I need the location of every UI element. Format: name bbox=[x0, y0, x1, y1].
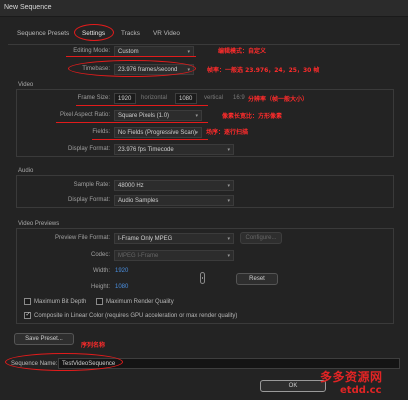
timebase-annotation: 帧率：一般选 23.976，24，25，30 帧 bbox=[207, 67, 320, 74]
preview-height-value[interactable]: 1080 bbox=[115, 284, 128, 290]
frame-width-input[interactable]: 1920 bbox=[114, 93, 136, 104]
timebase-highlight bbox=[68, 60, 196, 77]
pixel-aspect-underline bbox=[56, 122, 208, 123]
composite-linear-checkbox[interactable] bbox=[24, 311, 31, 319]
sample-rate-value: 48000 Hz bbox=[118, 182, 144, 189]
chevron-down-icon: ▾ bbox=[187, 49, 190, 55]
pixel-aspect-value: Square Pixels (1.0) bbox=[118, 112, 170, 119]
video-previews-section-label: Video Previews bbox=[18, 221, 60, 227]
video-display-format-label: Display Format: bbox=[67, 146, 110, 152]
max-render-quality-checkbox[interactable] bbox=[96, 298, 103, 305]
editing-mode-value: Custom bbox=[118, 48, 139, 55]
preview-file-format-select[interactable]: I-Frame Only MPEG ▾ bbox=[114, 233, 234, 244]
chevron-down-icon: ▾ bbox=[227, 253, 230, 259]
chevron-down-icon: ▾ bbox=[195, 113, 198, 119]
chevron-down-icon: ▾ bbox=[227, 236, 230, 242]
vertical-label: vertical bbox=[204, 95, 224, 101]
codec-select[interactable]: MPEG I-Frame ▾ bbox=[114, 250, 234, 261]
video-display-format-value: 23.976 fps Timecode bbox=[118, 146, 174, 153]
max-render-quality-label: Maximum Render Quality bbox=[106, 298, 174, 305]
audio-display-format-value: Audio Samples bbox=[118, 197, 159, 204]
sequence-name-annotation: 序列名称 bbox=[81, 342, 106, 349]
audio-display-format-label: Display Format: bbox=[67, 197, 110, 203]
editing-mode-underline bbox=[66, 56, 196, 57]
preview-height-label: Height: bbox=[90, 284, 110, 290]
window-title: New Sequence bbox=[4, 4, 52, 11]
video-section-label: Video bbox=[18, 82, 34, 88]
editing-mode-label: Editing Mode: bbox=[73, 48, 110, 54]
watermark-url: etdd.cc bbox=[340, 385, 382, 396]
editing-mode-annotation: 编辑模式：自定义 bbox=[218, 48, 267, 55]
chevron-down-icon: ▾ bbox=[227, 147, 230, 153]
audio-display-format-select[interactable]: Audio Samples ▾ bbox=[114, 195, 234, 206]
chevron-down-icon: ▾ bbox=[195, 130, 198, 136]
tabs-divider bbox=[8, 44, 400, 45]
reset-button[interactable]: Reset bbox=[236, 273, 278, 285]
settings-tab-highlight bbox=[74, 24, 114, 41]
max-bit-depth-option[interactable]: Maximum Bit Depth bbox=[24, 298, 86, 305]
tab-tracks[interactable]: Tracks bbox=[121, 30, 140, 37]
watermark-title: 多多资源网 bbox=[320, 370, 383, 384]
frame-size-label: Frame Size: bbox=[77, 95, 110, 101]
link-icon[interactable] bbox=[200, 272, 205, 284]
pixel-aspect-label: Pixel Aspect Ratio: bbox=[59, 112, 110, 118]
pixel-aspect-select[interactable]: Square Pixels (1.0) ▾ bbox=[114, 110, 202, 121]
sample-rate-select[interactable]: 48000 Hz ▾ bbox=[114, 180, 234, 191]
max-bit-depth-checkbox[interactable] bbox=[24, 298, 31, 305]
frame-size-underline bbox=[76, 105, 208, 106]
preview-file-format-label: Preview File Format: bbox=[54, 235, 110, 241]
tab-sequence-presets[interactable]: Sequence Presets bbox=[17, 30, 69, 37]
preview-file-format-value: I-Frame Only MPEG bbox=[118, 235, 173, 242]
fields-label: Fields: bbox=[92, 129, 110, 135]
composite-linear-option[interactable]: Composite in Linear Color (requires GPU … bbox=[24, 311, 238, 319]
composite-linear-label: Composite in Linear Color (requires GPU … bbox=[34, 312, 238, 319]
aspect-ratio-readout: 16:9 bbox=[233, 95, 245, 101]
configure-button[interactable]: Configure... bbox=[240, 232, 282, 244]
preview-width-label: Width: bbox=[92, 268, 110, 274]
save-preset-button[interactable]: Save Preset... bbox=[14, 333, 74, 345]
pixel-aspect-annotation: 像素长宽比：方形像素 bbox=[222, 113, 283, 120]
chevron-down-icon: ▾ bbox=[227, 198, 230, 204]
preview-width-value[interactable]: 1920 bbox=[115, 268, 128, 274]
fields-annotation: 场序：逐行扫描 bbox=[206, 129, 249, 136]
chevron-down-icon: ▾ bbox=[227, 183, 230, 189]
video-display-format-select[interactable]: 23.976 fps Timecode ▾ bbox=[114, 144, 234, 155]
audio-section-label: Audio bbox=[18, 168, 34, 174]
max-bit-depth-label: Maximum Bit Depth bbox=[34, 298, 87, 305]
fields-value: No Fields (Progressive Scan) bbox=[118, 129, 197, 136]
sample-rate-label: Sample Rate: bbox=[73, 182, 110, 188]
sequence-name-highlight bbox=[5, 353, 123, 371]
codec-value: MPEG I-Frame bbox=[118, 252, 159, 259]
title-bar: New Sequence bbox=[0, 0, 408, 17]
frame-height-input[interactable]: 1080 bbox=[175, 93, 197, 104]
fields-select[interactable]: No Fields (Progressive Scan) ▾ bbox=[114, 127, 202, 138]
fields-underline bbox=[92, 139, 208, 140]
max-render-quality-option[interactable]: Maximum Render Quality bbox=[96, 298, 174, 305]
frame-size-annotation: 分辨率（帧一般大小） bbox=[248, 96, 309, 103]
horizontal-label: horizontal bbox=[141, 95, 168, 101]
ok-button[interactable]: OK bbox=[260, 380, 326, 392]
tab-vr-video[interactable]: VR Video bbox=[153, 30, 180, 37]
watermark: 多多资源网 etdd.cc bbox=[320, 368, 404, 398]
codec-label: Codec: bbox=[90, 252, 110, 258]
